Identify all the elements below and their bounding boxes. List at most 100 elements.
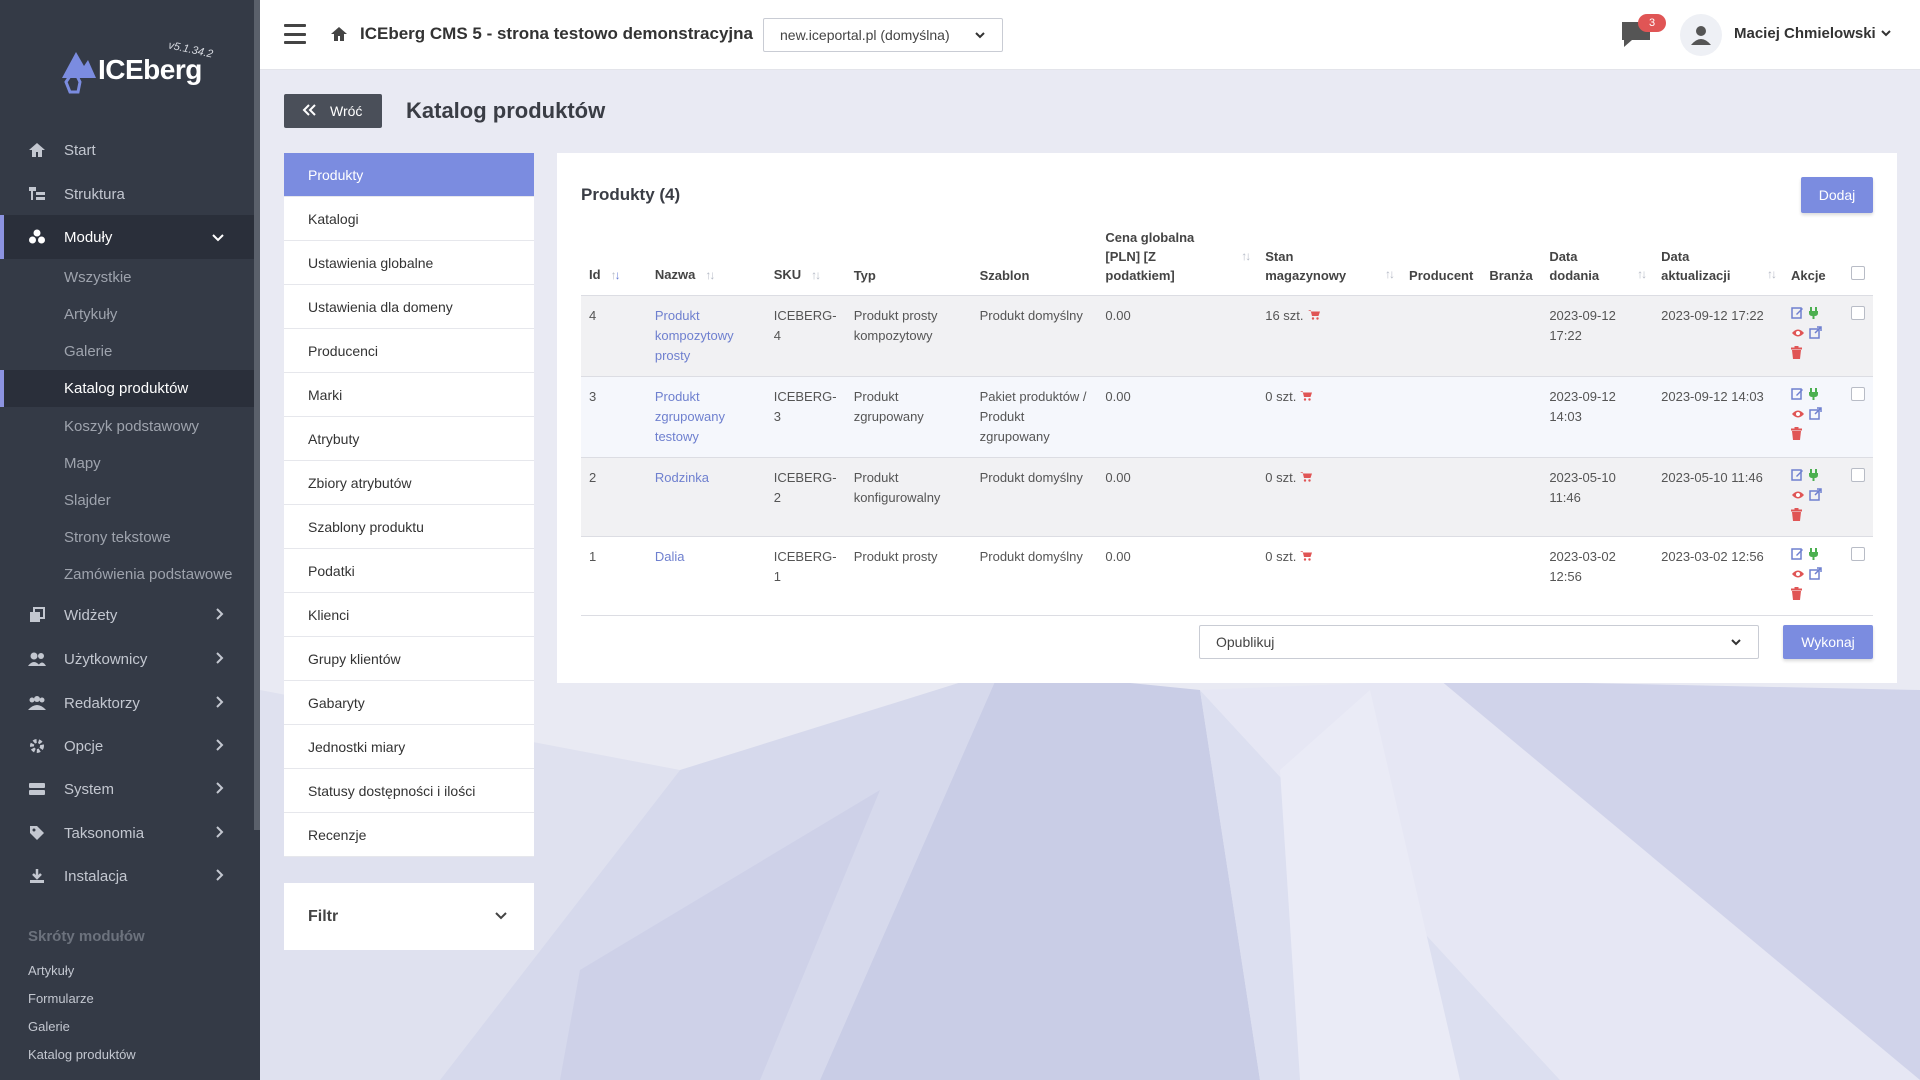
- filter-panel[interactable]: Filtr: [284, 883, 534, 950]
- menu-toggle-icon[interactable]: [284, 24, 306, 44]
- product-link[interactable]: Rodzinka: [655, 470, 709, 485]
- col-header-stock[interactable]: Stan magazynowy ↑↓: [1257, 225, 1402, 296]
- menu-item-producenci[interactable]: Producenci: [284, 329, 534, 373]
- plug-icon[interactable]: [1808, 467, 1819, 487]
- nav-start[interactable]: Start: [0, 128, 254, 172]
- nav-opcje[interactable]: Opcje: [0, 724, 254, 768]
- sort-icon[interactable]: ↑↓: [1767, 265, 1777, 284]
- col-header-price[interactable]: Cena globalna [PLN] [Z podatkiem] ↑↓: [1097, 225, 1258, 296]
- product-link[interactable]: Produkt zgrupowany testowy: [655, 389, 725, 444]
- external-link-icon[interactable]: [1809, 487, 1822, 507]
- menu-item-recenzje[interactable]: Recenzje: [284, 813, 534, 857]
- nav-sub-katalog-produktow[interactable]: Katalog produktów: [0, 370, 254, 407]
- nav-system[interactable]: System: [0, 767, 254, 811]
- row-checkbox[interactable]: [1850, 546, 1865, 561]
- eye-icon[interactable]: [1791, 406, 1805, 426]
- nav-instalacja[interactable]: Instalacja: [0, 854, 254, 898]
- col-header-id[interactable]: Id ↑↓: [581, 225, 647, 296]
- menu-item-ustawienia-globalne[interactable]: Ustawienia globalne: [284, 241, 534, 285]
- col-header-updated[interactable]: Data aktualizacji ↑↓: [1653, 225, 1783, 296]
- sort-icon[interactable]: ↑↓: [811, 266, 821, 285]
- col-header-sku[interactable]: SKU ↑↓: [765, 225, 846, 296]
- product-link[interactable]: Produkt kompozytowy prosty: [655, 308, 734, 363]
- menu-item-podatki[interactable]: Podatki: [284, 549, 534, 593]
- col-header-select[interactable]: [1842, 225, 1873, 296]
- nav-redaktorzy[interactable]: Redaktorzy: [0, 681, 254, 725]
- shortcut-link[interactable]: Galerie: [28, 1019, 70, 1034]
- nav-sub-wszystkie[interactable]: Wszystkie: [0, 259, 254, 296]
- edit-icon[interactable]: [1791, 305, 1804, 325]
- cart-icon[interactable]: [1300, 550, 1313, 564]
- user-name[interactable]: Maciej Chmielowski: [1734, 25, 1876, 42]
- menu-item-marki[interactable]: Marki: [284, 373, 534, 417]
- shortcut-link[interactable]: Artykuły: [28, 963, 74, 978]
- nav-sub-mapy[interactable]: Mapy: [0, 445, 254, 482]
- eye-icon[interactable]: [1791, 487, 1805, 507]
- cell-name[interactable]: Produkt kompozytowy prosty: [646, 295, 766, 377]
- cell-name[interactable]: Dalia: [646, 536, 766, 616]
- plug-icon[interactable]: [1808, 305, 1819, 325]
- cell-select[interactable]: [1842, 536, 1873, 616]
- nav-sub-zamowienia[interactable]: Zamówienia podstawowe: [0, 556, 254, 593]
- sort-icon[interactable]: ↑↓: [1637, 265, 1647, 284]
- trash-icon[interactable]: [1790, 586, 1802, 606]
- row-checkbox[interactable]: [1850, 305, 1865, 320]
- sort-icon[interactable]: ↑↓: [1241, 247, 1251, 266]
- sidebar-scrollbar[interactable]: [254, 0, 260, 830]
- home-icon[interactable]: [330, 26, 348, 45]
- trash-icon[interactable]: [1790, 345, 1802, 365]
- execute-button[interactable]: Wykonaj: [1783, 625, 1873, 659]
- eye-icon[interactable]: [1791, 566, 1805, 586]
- cell-name[interactable]: Rodzinka: [646, 457, 766, 537]
- trash-icon[interactable]: [1790, 426, 1802, 446]
- edit-icon[interactable]: [1791, 467, 1804, 487]
- cell-select[interactable]: [1842, 457, 1873, 537]
- nav-sub-galerie[interactable]: Galerie: [0, 333, 254, 370]
- nav-sub-koszyk[interactable]: Koszyk podstawowy: [0, 408, 254, 445]
- cart-icon[interactable]: [1307, 309, 1320, 323]
- logo[interactable]: ICEberg v5.1.34.2: [58, 39, 228, 104]
- menu-item-grupy-klientow[interactable]: Grupy klientów: [284, 637, 534, 681]
- nav-struktura[interactable]: Struktura: [0, 172, 254, 216]
- plug-icon[interactable]: [1808, 386, 1819, 406]
- row-checkbox[interactable]: [1850, 386, 1865, 401]
- domain-select[interactable]: new.iceportal.pl (domyślna): [763, 18, 1003, 52]
- col-header-name[interactable]: Nazwa ↑↓: [646, 225, 766, 296]
- nav-moduly[interactable]: Moduły: [0, 215, 254, 259]
- menu-item-szablony[interactable]: Szablony produktu: [284, 505, 534, 549]
- menu-item-statusy[interactable]: Statusy dostępności i ilości: [284, 769, 534, 813]
- menu-item-produkty[interactable]: Produkty: [284, 153, 534, 197]
- plug-icon[interactable]: [1808, 546, 1819, 566]
- menu-item-katalogi[interactable]: Katalogi: [284, 197, 534, 241]
- menu-item-zbiory-atrybutow[interactable]: Zbiory atrybutów: [284, 461, 534, 505]
- shortcut-link[interactable]: Katalog produktów: [28, 1047, 136, 1062]
- product-link[interactable]: Dalia: [655, 549, 685, 564]
- trash-icon[interactable]: [1790, 507, 1802, 527]
- edit-icon[interactable]: [1791, 386, 1804, 406]
- cell-name[interactable]: Produkt zgrupowany testowy: [646, 376, 766, 458]
- external-link-icon[interactable]: [1809, 406, 1822, 426]
- cart-icon[interactable]: [1300, 471, 1313, 485]
- sort-icon[interactable]: ↑↓: [611, 266, 621, 285]
- add-product-button[interactable]: Dodaj: [1801, 177, 1873, 213]
- edit-icon[interactable]: [1791, 546, 1804, 566]
- eye-icon[interactable]: [1791, 325, 1805, 345]
- back-button[interactable]: Wróć: [284, 94, 382, 128]
- nav-uzytkownicy[interactable]: Użytkownicy: [0, 637, 254, 681]
- nav-sub-strony-tekstowe[interactable]: Strony tekstowe: [0, 519, 254, 556]
- avatar[interactable]: [1680, 14, 1722, 56]
- site-title[interactable]: ICEberg CMS 5 - strona testowo demonstra…: [360, 24, 753, 44]
- nav-widzety[interactable]: Widżety: [0, 593, 254, 637]
- menu-item-klienci[interactable]: Klienci: [284, 593, 534, 637]
- shortcut-link[interactable]: Formularze: [28, 991, 94, 1006]
- menu-item-atrybuty[interactable]: Atrybuty: [284, 417, 534, 461]
- cell-select[interactable]: [1842, 295, 1873, 377]
- col-header-added[interactable]: Data dodania ↑↓: [1541, 225, 1654, 296]
- nav-taksonomia[interactable]: Taksonomia: [0, 811, 254, 855]
- chevron-down-icon[interactable]: [1880, 26, 1892, 42]
- bulk-action-select[interactable]: Opublikuj: [1199, 625, 1759, 659]
- nav-sub-slajder[interactable]: Slajder: [0, 482, 254, 519]
- external-link-icon[interactable]: [1809, 566, 1822, 586]
- sort-icon[interactable]: ↑↓: [1385, 265, 1395, 284]
- nav-sub-artykuly[interactable]: Artykuły: [0, 296, 254, 333]
